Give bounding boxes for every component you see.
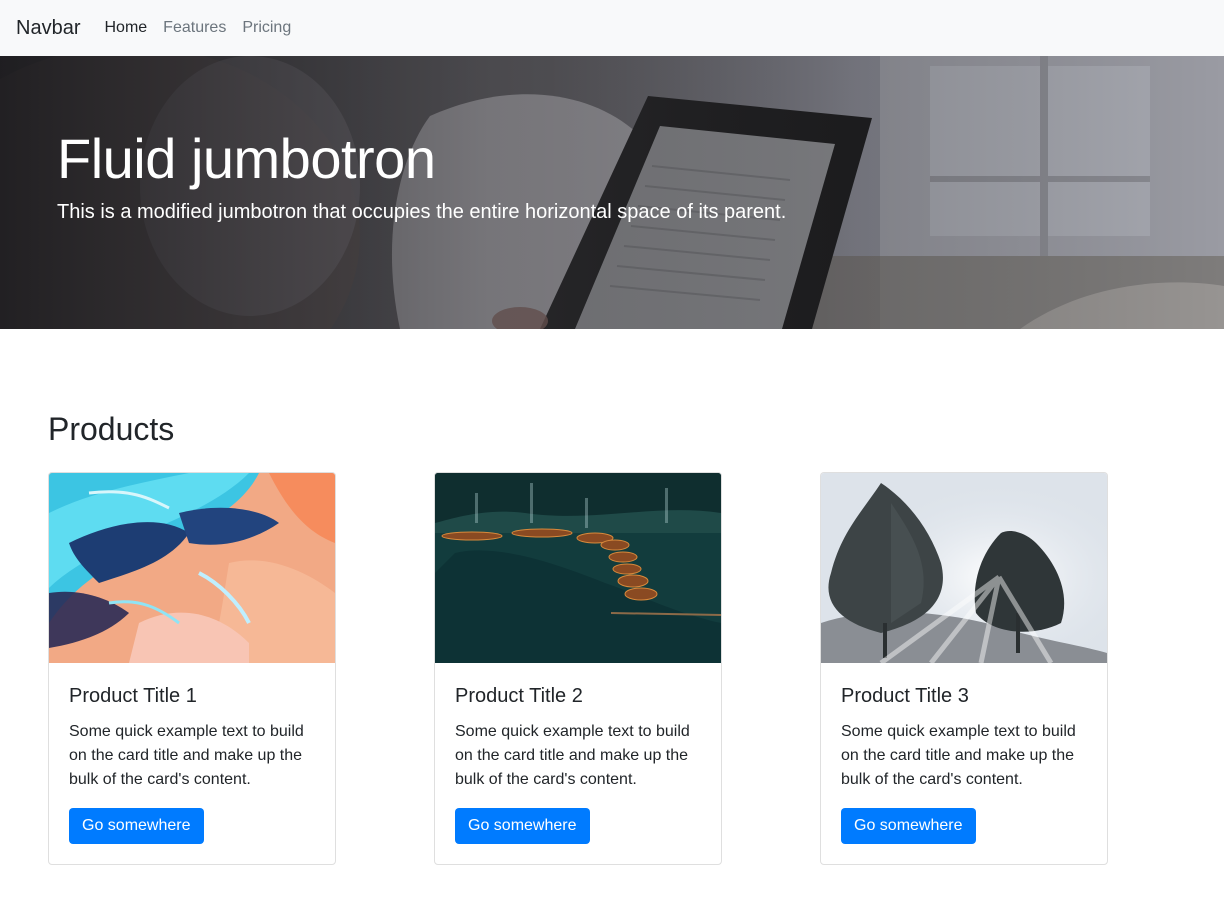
product-title: Product Title 3 — [841, 685, 969, 707]
card-body: Product Title 1 Some quick example text … — [49, 663, 335, 864]
product-description: Some quick example text to build on the … — [455, 723, 690, 788]
jumbotron-title: Fluid jumbotron — [57, 127, 436, 190]
card-body: Product Title 3 Some quick example text … — [821, 663, 1107, 864]
products-heading: Products — [48, 411, 175, 447]
product-card-2: Product Title 2 Some quick example text … — [434, 472, 722, 865]
go-somewhere-button-2[interactable]: Go somewhere — [455, 808, 590, 844]
navbar-brand[interactable]: Navbar — [16, 17, 80, 40]
product-cards: Product Title 1 Some quick example text … — [48, 472, 1176, 865]
card-body: Product Title 2 Some quick example text … — [435, 663, 721, 864]
product-card-3: Product Title 3 Some quick example text … — [820, 472, 1108, 865]
jumbotron-lead: This is a modified jumbotron that occupi… — [57, 201, 787, 223]
navbar: Navbar Home Features Pricing — [0, 0, 1224, 56]
go-somewhere-button-3[interactable]: Go somewhere — [841, 808, 976, 844]
jumbotron: Fluid jumbotron This is a modified jumbo… — [0, 56, 1224, 329]
product-image-misty-trees — [821, 473, 1107, 663]
product-title: Product Title 1 — [69, 685, 197, 707]
nav-link-home[interactable]: Home — [104, 19, 147, 37]
product-title: Product Title 2 — [455, 685, 583, 707]
nav-link-pricing[interactable]: Pricing — [242, 19, 291, 37]
product-description: Some quick example text to build on the … — [69, 723, 304, 788]
nav-link-features[interactable]: Features — [163, 19, 226, 37]
product-card-1: Product Title 1 Some quick example text … — [48, 472, 336, 865]
product-description: Some quick example text to build on the … — [841, 723, 1076, 788]
product-image-boats-on-lake — [435, 473, 721, 663]
jumbotron-content: Fluid jumbotron This is a modified jumbo… — [57, 126, 786, 224]
go-somewhere-button-1[interactable]: Go somewhere — [69, 808, 204, 844]
product-image-abstract-painting — [49, 473, 335, 663]
products-section: Products Product Title 1 Some quick exam… — [0, 329, 1224, 865]
